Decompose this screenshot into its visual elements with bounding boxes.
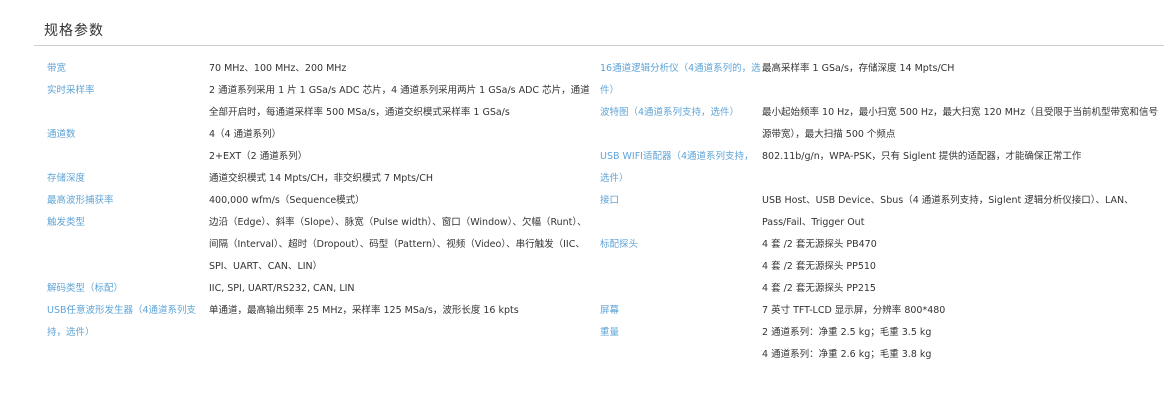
spec-value: 边沿（Edge）、斜率（Slope）、脉宽（Pulse width）、窗口（Wi… (209, 217, 587, 272)
spec-row: 接口 USB Host、USB Device、Sbus（4 通道系列支持，Sig… (600, 190, 1160, 234)
spec-value: IIC, SPI, UART/RS232, CAN, LIN (209, 283, 355, 294)
spec-row: 波特图（4通道系列支持，选件） 最小起始频率 10 Hz，最小扫宽 500 Hz… (600, 102, 1160, 146)
spec-values: 最小起始频率 10 Hz，最小扫宽 500 Hz，最大扫宽 120 MHz（且受… (762, 102, 1160, 146)
spec-label: USB WIFI适配器（4通道系列支持，选件） (600, 151, 754, 184)
spec-label: USB任意波形发生器（4通道系列支持，选件） (47, 305, 197, 338)
spec-row: 16通道逻辑分析仪（4通道系列的，选件） 最高采样率 1 GSa/s，存储深度 … (600, 58, 1160, 102)
spec-row: 重量 2 通道系列：净重 2.5 kg；毛重 3.5 kg 4 通道系列：净重 … (600, 322, 1160, 366)
spec-label: 波特图（4通道系列支持，选件） (600, 107, 740, 118)
spec-label: 标配探头 (600, 239, 639, 250)
spec-value: 4 套 /2 套无源探头 PB470 (762, 239, 877, 250)
spec-row: USB任意波形发生器（4通道系列支持，选件） 单通道，最高输出频率 25 MHz… (47, 300, 592, 344)
spec-values: 2 通道系列：净重 2.5 kg；毛重 3.5 kg 4 通道系列：净重 2.6… (762, 322, 1160, 366)
spec-label: 带宽 (47, 63, 67, 74)
spec-label: 最高波形捕获率 (47, 195, 114, 206)
spec-value: 4 通道系列：净重 2.6 kg；毛重 3.8 kg (762, 349, 932, 360)
spec-value: USB Host、USB Device、Sbus（4 通道系列支持，Siglen… (762, 195, 1134, 228)
spec-value: 4 套 /2 套无源探头 PP510 (762, 261, 876, 272)
spec-values: 70 MHz、100 MHz、200 MHz (209, 58, 592, 80)
spec-label: 存储深度 (47, 173, 86, 184)
spec-label: 通道数 (47, 129, 76, 140)
spec-value: 7 英寸 TFT-LCD 显示屏，分辨率 800*480 (762, 305, 946, 316)
spec-row: 最高波形捕获率 400,000 wfm/s（Sequence模式） (47, 190, 592, 212)
spec-value: 4（4 通道系列） (209, 129, 282, 140)
title-divider (34, 45, 1164, 46)
spec-label: 触发类型 (47, 217, 86, 228)
spec-row: 通道数 4（4 通道系列） 2+EXT（2 通道系列） (47, 124, 592, 168)
spec-value: 最小起始频率 10 Hz，最小扫宽 500 Hz，最大扫宽 120 MHz（且受… (762, 107, 1159, 140)
spec-value: 802.11b/g/n，WPA-PSK，只有 Siglent 提供的适配器，才能… (762, 151, 1082, 162)
spec-label: 接口 (600, 195, 620, 206)
spec-label: 解码类型（标配） (47, 283, 124, 294)
spec-values: 2 通道系列采用 1 片 1 GSa/s ADC 芯片，4 通道系列采用两片 1… (209, 80, 592, 124)
spec-values: 400,000 wfm/s（Sequence模式） (209, 190, 592, 212)
spec-label: 重量 (600, 327, 620, 338)
spec-label: 屏幕 (600, 305, 620, 316)
spec-row: 触发类型 边沿（Edge）、斜率（Slope）、脉宽（Pulse width）、… (47, 212, 592, 278)
spec-values: 最高采样率 1 GSa/s，存储深度 14 Mpts/CH (762, 58, 1160, 102)
spec-value: 最高采样率 1 GSa/s，存储深度 14 Mpts/CH (762, 63, 955, 74)
spec-values: 7 英寸 TFT-LCD 显示屏，分辨率 800*480 (762, 300, 1160, 322)
spec-values: 4（4 通道系列） 2+EXT（2 通道系列） (209, 124, 592, 168)
spec-row: 屏幕 7 英寸 TFT-LCD 显示屏，分辨率 800*480 (600, 300, 1160, 322)
spec-values: 4 套 /2 套无源探头 PB470 4 套 /2 套无源探头 PP510 4 … (762, 234, 1160, 300)
spec-row: USB WIFI适配器（4通道系列支持，选件） 802.11b/g/n，WPA-… (600, 146, 1160, 190)
spec-values: USB Host、USB Device、Sbus（4 通道系列支持，Siglen… (762, 190, 1160, 234)
spec-value: 4 套 /2 套无源探头 PP215 (762, 283, 876, 294)
spec-row: 标配探头 4 套 /2 套无源探头 PB470 4 套 /2 套无源探头 PP5… (600, 234, 1160, 300)
spec-values: 通道交织模式 14 Mpts/CH，非交织模式 7 Mpts/CH (209, 168, 592, 190)
spec-page: 规格参数 带宽 70 MHz、100 MHz、200 MHz 实时采样率 2 通… (0, 0, 1174, 407)
spec-value: 2+EXT（2 通道系列） (209, 151, 308, 162)
section-title: 规格参数 (44, 23, 104, 39)
spec-value: 70 MHz、100 MHz、200 MHz (209, 63, 347, 74)
spec-label: 16通道逻辑分析仪（4通道系列的，选件） (600, 63, 761, 96)
spec-value: 单通道，最高输出频率 25 MHz，采样率 125 MSa/s，波形长度 16 … (209, 305, 519, 316)
spec-row: 解码类型（标配） IIC, SPI, UART/RS232, CAN, LIN (47, 278, 592, 300)
spec-values: 边沿（Edge）、斜率（Slope）、脉宽（Pulse width）、窗口（Wi… (209, 212, 592, 278)
spec-label: 实时采样率 (47, 85, 95, 96)
spec-value: 2 通道系列采用 1 片 1 GSa/s ADC 芯片，4 通道系列采用两片 1… (209, 85, 590, 118)
spec-values: 单通道，最高输出频率 25 MHz，采样率 125 MSa/s，波形长度 16 … (209, 300, 592, 344)
spec-row: 带宽 70 MHz、100 MHz、200 MHz (47, 58, 592, 80)
spec-values: 802.11b/g/n，WPA-PSK，只有 Siglent 提供的适配器，才能… (762, 146, 1160, 190)
spec-column-right: 16通道逻辑分析仪（4通道系列的，选件） 最高采样率 1 GSa/s，存储深度 … (600, 58, 1160, 366)
spec-value: 2 通道系列：净重 2.5 kg；毛重 3.5 kg (762, 327, 932, 338)
spec-column-left: 带宽 70 MHz、100 MHz、200 MHz 实时采样率 2 通道系列采用… (47, 58, 592, 344)
spec-value: 通道交织模式 14 Mpts/CH，非交织模式 7 Mpts/CH (209, 173, 433, 184)
spec-row: 实时采样率 2 通道系列采用 1 片 1 GSa/s ADC 芯片，4 通道系列… (47, 80, 592, 124)
spec-values: IIC, SPI, UART/RS232, CAN, LIN (209, 278, 592, 300)
spec-row: 存储深度 通道交织模式 14 Mpts/CH，非交织模式 7 Mpts/CH (47, 168, 592, 190)
spec-value: 400,000 wfm/s（Sequence模式） (209, 195, 365, 206)
